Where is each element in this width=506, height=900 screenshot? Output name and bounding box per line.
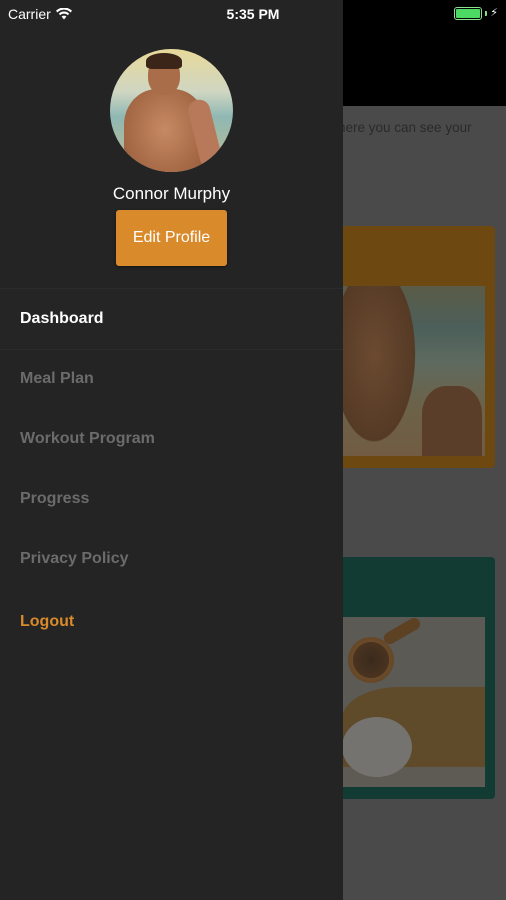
avatar[interactable]	[110, 49, 233, 172]
menu-item-meal-plan[interactable]: Meal Plan	[20, 370, 94, 388]
background-intro-text: here you can see your	[338, 120, 472, 135]
user-name: Connor Murphy	[112, 184, 231, 203]
nutrition-card[interactable]	[318, 557, 495, 799]
menu-item-workout-program[interactable]: Workout Program	[20, 430, 155, 448]
bolt-icon: ⚡	[490, 7, 498, 19]
meal-plan-card[interactable]	[318, 226, 495, 468]
menu-item-dashboard[interactable]: Dashboard	[20, 310, 104, 328]
battery-indicator: ⚡	[454, 7, 498, 20]
edit-profile-button[interactable]: Edit Profile	[116, 210, 227, 266]
card-image	[342, 286, 485, 456]
clock: 5:35 PM	[226, 6, 280, 22]
menu-item-progress[interactable]: Progress	[20, 490, 89, 508]
status-bar: Carrier 5:35 PM ⚡	[0, 0, 506, 28]
side-drawer: Connor Murphy Edit Profile Dashboard Mea…	[0, 0, 343, 900]
menu-item-privacy-policy[interactable]: Privacy Policy	[20, 550, 129, 568]
menu-item-logout[interactable]: Logout	[20, 613, 74, 631]
battery-full-icon	[454, 7, 483, 20]
card-image	[342, 617, 485, 787]
